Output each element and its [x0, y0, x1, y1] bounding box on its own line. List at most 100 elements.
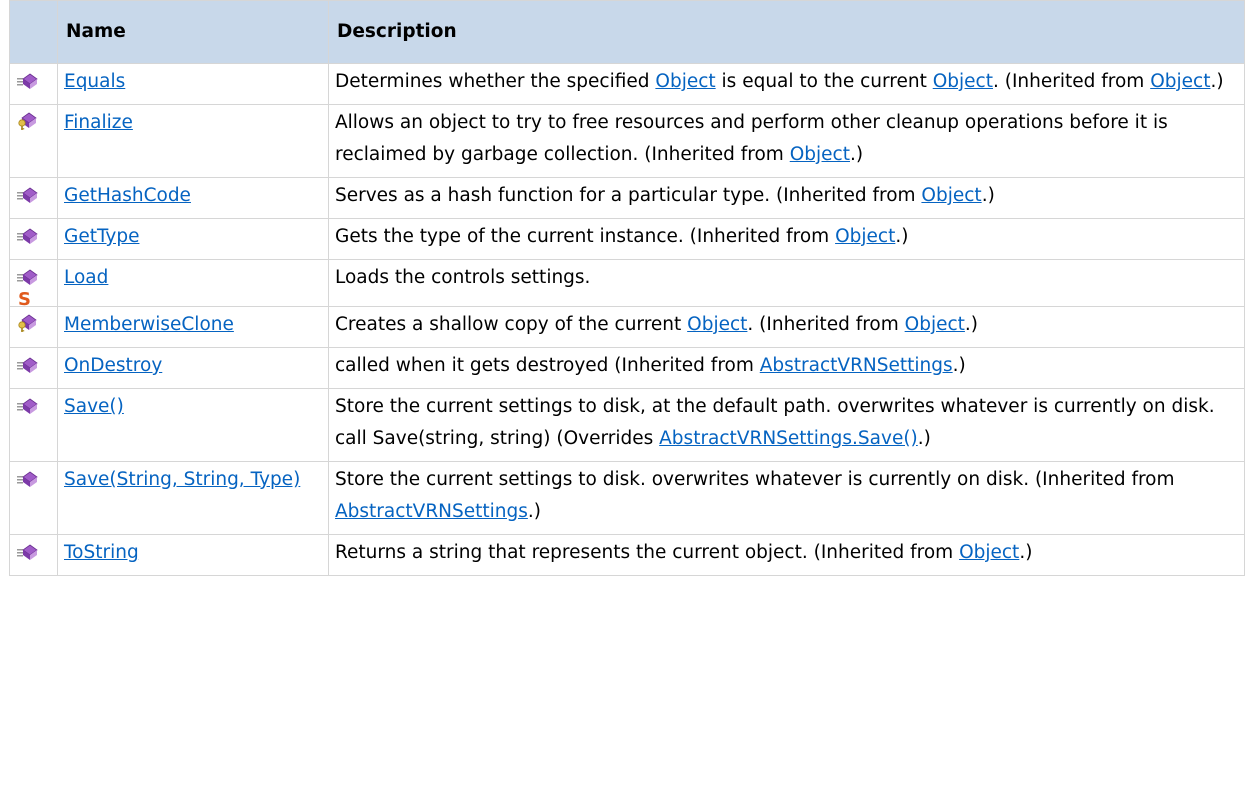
type-reference-link[interactable]: AbstractVRNSettings: [760, 355, 953, 376]
table-row: Save(String, String, Type) Store the curr…: [9, 461, 1245, 535]
member-name-cell: OnDestroy: [57, 347, 329, 389]
description-text: . (Inherited from: [747, 314, 905, 335]
member-name-link[interactable]: ToString: [64, 542, 139, 563]
table-row: GetHashCode Serves as a hash function for…: [9, 177, 1245, 219]
member-description-cell: called when it gets destroyed (Inherited…: [328, 347, 1245, 389]
description-text: Determines whether the specified: [335, 71, 656, 92]
member-icon-cell: [9, 534, 58, 576]
description-text: Loads the controls settings.: [335, 267, 591, 288]
description-text: Returns a string that represents the cur…: [335, 542, 960, 563]
static-icon: S: [17, 290, 55, 306]
member-name-link[interactable]: Save(): [64, 396, 124, 417]
member-icon-cell: [9, 177, 58, 219]
description-text: is equal to the current: [715, 71, 933, 92]
type-reference-link[interactable]: Object: [835, 226, 895, 247]
public-method-icon: [17, 269, 38, 285]
description-text: .): [952, 355, 966, 376]
description-text: Gets the type of the current instance. (…: [335, 226, 836, 247]
member-icon-cell: [9, 218, 58, 260]
public-method-icon: [17, 544, 38, 560]
member-name-link[interactable]: GetHashCode: [64, 185, 191, 206]
description-text: .): [527, 501, 541, 522]
member-name-cell: Equals: [57, 63, 329, 105]
members-table: Name Description Equals Determines whethe…: [9, 0, 1245, 576]
svg-text:S: S: [18, 290, 31, 306]
public-method-icon: [17, 471, 38, 487]
member-name-link[interactable]: Equals: [64, 71, 125, 92]
description-text: called when it gets destroyed (Inherited…: [335, 355, 760, 376]
member-icon-cell: [9, 63, 58, 105]
description-text: Store the current settings to disk. over…: [335, 469, 1175, 490]
protected-method-icon: [18, 314, 37, 332]
type-reference-link[interactable]: AbstractVRNSettings: [335, 501, 528, 522]
table-row: OnDestroy called when it gets destroyed (…: [9, 347, 1245, 389]
type-reference-link[interactable]: Object: [905, 314, 965, 335]
icon-column-header: [9, 0, 58, 64]
type-reference-link[interactable]: Object: [655, 71, 715, 92]
public-method-icon: [17, 398, 38, 414]
description-text: .): [849, 144, 864, 165]
member-icon-cell: [9, 461, 58, 535]
type-reference-link[interactable]: Object: [790, 144, 850, 165]
type-reference-link[interactable]: Object: [687, 314, 747, 335]
description-text: .): [964, 314, 979, 335]
member-name-link[interactable]: Finalize: [64, 112, 133, 133]
description-column-header: Description: [328, 0, 1245, 64]
table-row: MemberwiseClone Creates a shallow copy of…: [9, 306, 1245, 348]
name-column-header: Name: [57, 0, 329, 64]
member-icon-cell: [9, 306, 58, 348]
table-header-row: Name Description: [9, 0, 1245, 64]
description-text: . (Inherited from: [992, 71, 1151, 92]
member-name-link[interactable]: Save(String, String, Type): [64, 469, 300, 490]
member-description-cell: Returns a string that represents the cur…: [328, 534, 1245, 576]
type-reference-link[interactable]: AbstractVRNSettings.Save(): [659, 428, 918, 449]
table-row: Save() Store the current settings to disk…: [9, 388, 1245, 462]
member-name-link[interactable]: Load: [64, 267, 108, 288]
member-name-cell: ToString: [57, 534, 329, 576]
member-icon-cell: [9, 388, 58, 462]
type-reference-link[interactable]: Object: [921, 185, 981, 206]
public-method-icon: [17, 73, 38, 89]
member-name-cell: Save(String, String, Type): [57, 461, 329, 535]
member-description-cell: Gets the type of the current instance. (…: [328, 218, 1245, 260]
members-table-body: Equals Determines whether the specified O…: [9, 63, 1245, 576]
description-text: Serves as a hash function for a particul…: [335, 185, 922, 206]
protected-method-icon: [18, 112, 37, 130]
member-description-cell: Allows an object to try to free resource…: [328, 104, 1245, 178]
member-description-cell: Loads the controls settings.: [328, 259, 1245, 307]
member-name-link[interactable]: GetType: [64, 226, 139, 247]
member-name-cell: GetHashCode: [57, 177, 329, 219]
member-icon-cell: [9, 347, 58, 389]
type-reference-link[interactable]: Object: [1150, 71, 1210, 92]
member-icon-cell: [9, 104, 58, 178]
description-text: Creates a shallow copy of the current: [335, 314, 688, 335]
member-description-cell: Store the current settings to disk. over…: [328, 461, 1245, 535]
table-row: Finalize Allows an object to try to free …: [9, 104, 1245, 178]
member-description-cell: Creates a shallow copy of the current Ob…: [328, 306, 1245, 348]
type-reference-link[interactable]: Object: [959, 542, 1019, 563]
public-method-icon: [17, 228, 38, 244]
member-name-cell: Load: [57, 259, 329, 307]
member-name-cell: Save(): [57, 388, 329, 462]
description-text: .): [917, 428, 931, 449]
table-row: S Load Loads the controls settings.: [9, 259, 1245, 307]
member-name-cell: GetType: [57, 218, 329, 260]
description-text: .): [895, 226, 909, 247]
description-text: .): [1019, 542, 1033, 563]
table-row: GetType Gets the type of the current inst…: [9, 218, 1245, 260]
member-name-link[interactable]: OnDestroy: [64, 355, 162, 376]
description-text: Allows an object to try to free resource…: [335, 112, 1168, 165]
member-description-cell: Determines whether the specified Object …: [328, 63, 1245, 105]
member-description-cell: Store the current settings to disk, at t…: [328, 388, 1245, 462]
public-method-icon: [17, 187, 38, 203]
member-name-cell: Finalize: [57, 104, 329, 178]
member-description-cell: Serves as a hash function for a particul…: [328, 177, 1245, 219]
public-method-icon: [17, 357, 38, 373]
member-icon-cell: S: [9, 259, 58, 307]
table-row: ToString Returns a string that represents…: [9, 534, 1245, 576]
table-row: Equals Determines whether the specified O…: [9, 63, 1245, 105]
member-name-link[interactable]: MemberwiseClone: [64, 314, 234, 335]
description-text: .): [1210, 71, 1224, 92]
type-reference-link[interactable]: Object: [933, 71, 993, 92]
member-name-cell: MemberwiseClone: [57, 306, 329, 348]
